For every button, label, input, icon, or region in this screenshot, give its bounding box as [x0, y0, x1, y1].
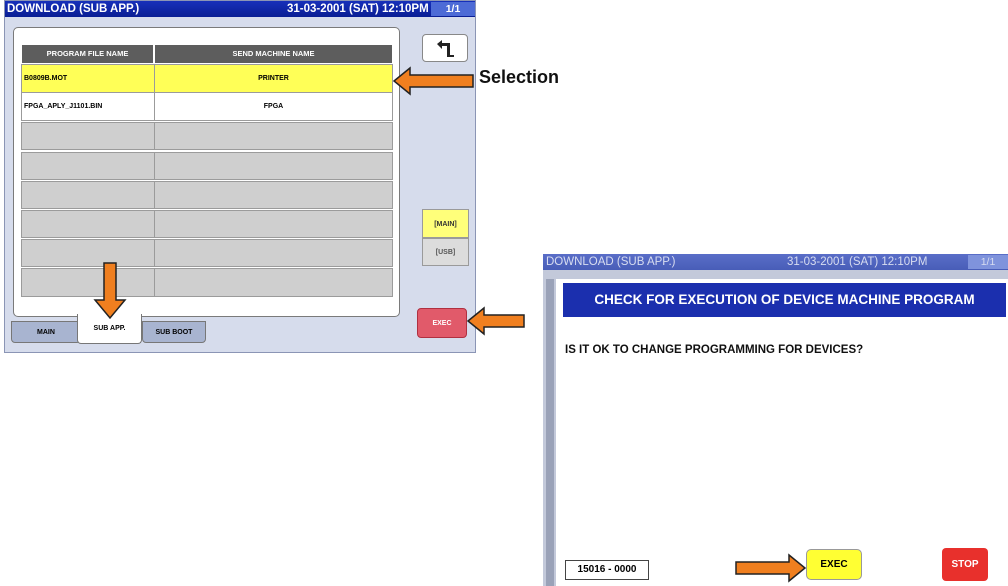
machine-name-cell — [154, 152, 393, 180]
file-name-cell — [21, 239, 155, 267]
confirm-execution-screen: DOWNLOAD (SUB APP.) 31-03-2001 (SAT) 12:… — [543, 254, 1008, 586]
file-name-cell — [21, 152, 155, 180]
file-name-cell — [21, 181, 155, 209]
machine-name-cell — [154, 122, 393, 150]
page-indicator: 1/1 — [968, 255, 1008, 269]
confirmation-question: IS IT OK TO CHANGE PROGRAMMING FOR DEVIC… — [565, 344, 864, 356]
file-name-cell — [21, 122, 155, 150]
exec-button[interactable]: EXEC — [417, 308, 467, 338]
dialog-body — [556, 279, 1008, 586]
main-source-button[interactable]: [MAIN] — [422, 209, 469, 238]
right-arrow-icon — [735, 553, 807, 583]
machine-name-cell[interactable]: FPGA — [154, 92, 393, 121]
tab-sub-boot[interactable]: SUB BOOT — [142, 321, 206, 343]
left-arrow-icon — [467, 306, 525, 336]
dialog-header: CHECK FOR EXECUTION OF DEVICE MACHINE PR… — [563, 283, 1006, 317]
file-name-cell[interactable]: B0809B.MOT — [21, 64, 155, 93]
return-arrow-icon — [437, 40, 454, 57]
tab-main[interactable]: MAIN — [11, 321, 81, 343]
column-header-file: PROGRAM FILE NAME — [22, 45, 153, 63]
status-code: 15016 - 0000 — [565, 560, 649, 580]
down-arrow-icon — [93, 262, 127, 320]
title-bar: DOWNLOAD (SUB APP.) 31-03-2001 (SAT) 12:… — [543, 254, 1008, 270]
machine-name-cell — [154, 268, 393, 297]
machine-name-cell — [154, 210, 393, 238]
machine-name-cell[interactable]: PRINTER — [154, 64, 393, 93]
left-edge-strip — [546, 279, 554, 586]
left-arrow-icon — [393, 66, 474, 96]
file-name-cell[interactable]: FPGA_APLY_J1101.BIN — [21, 92, 155, 121]
screen-title: DOWNLOAD (SUB APP.) — [546, 256, 676, 268]
selection-annotation: Selection — [479, 67, 560, 87]
file-name-cell — [21, 210, 155, 238]
page-indicator: 1/1 — [431, 2, 475, 16]
usb-source-button[interactable]: [USB] — [422, 238, 469, 266]
title-bar: DOWNLOAD (SUB APP.) 31-03-2001 (SAT) 12:… — [5, 1, 475, 17]
machine-name-cell — [154, 239, 393, 267]
confirm-exec-button[interactable]: EXEC — [806, 549, 862, 580]
back-button[interactable] — [422, 34, 468, 62]
date-time: 31-03-2001 (SAT) 12:10PM — [787, 256, 928, 268]
stop-button[interactable]: STOP — [942, 548, 988, 581]
screen-title: DOWNLOAD (SUB APP.) — [7, 3, 140, 15]
machine-name-cell — [154, 181, 393, 209]
date-time: 31-03-2001 (SAT) 12:10PM — [287, 3, 429, 15]
column-header-machine: SEND MACHINE NAME — [155, 45, 392, 63]
file-name-cell — [21, 268, 155, 297]
